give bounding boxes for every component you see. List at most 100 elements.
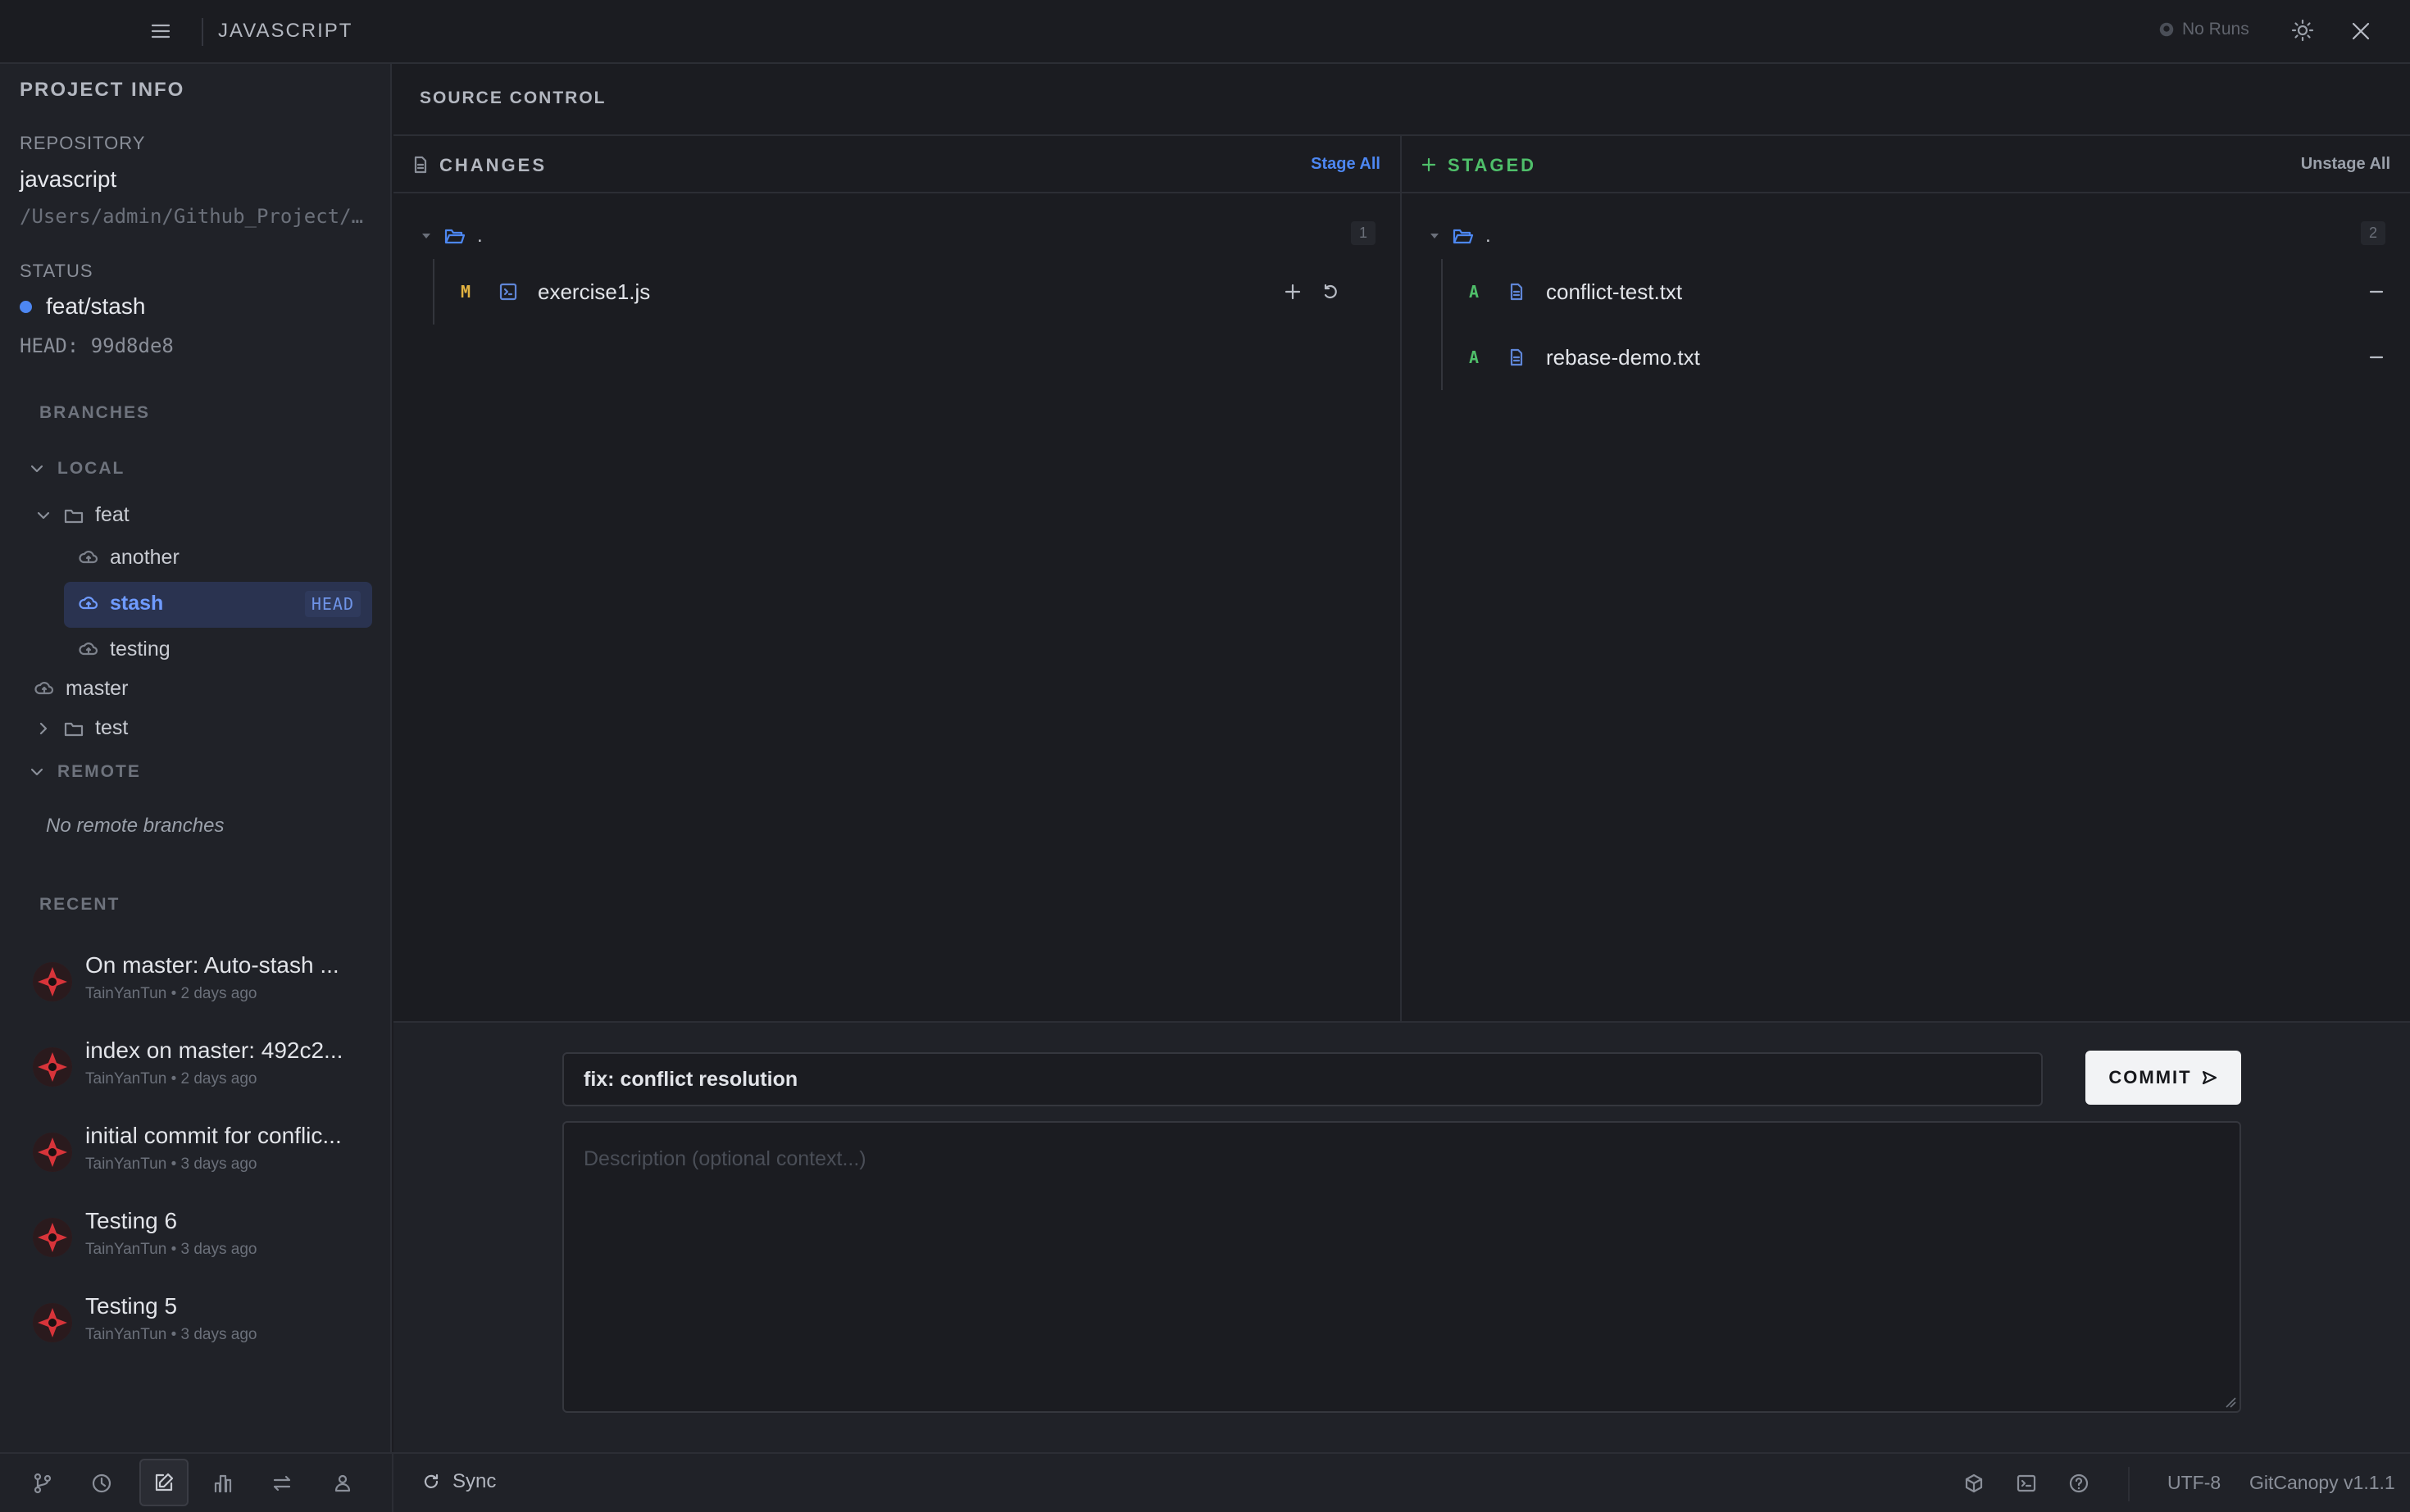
discard-icon[interactable] (1318, 279, 1343, 304)
file-name: conflict-test.txt (1546, 279, 1683, 304)
caret-down-icon (420, 229, 433, 243)
file-name: exercise1.js (538, 279, 651, 304)
remote-section-toggle[interactable]: REMOTE (28, 762, 141, 782)
minus-icon[interactable] (2364, 345, 2389, 370)
commit-button[interactable]: COMMIT (2085, 1051, 2241, 1105)
branch-cloud-icon (79, 549, 98, 567)
edit-icon[interactable] (139, 1459, 189, 1506)
chevron-down-icon (28, 460, 46, 478)
commit-description-input[interactable]: Description (optional context...) (562, 1121, 2241, 1413)
directory-row[interactable]: . (420, 221, 483, 251)
head-sha: HEAD: 99d8de8 (20, 334, 174, 357)
runs-status[interactable]: No Runs (2158, 20, 2249, 39)
version-label: GitCanopy v1.1.1 (2249, 1472, 2395, 1493)
stage-all-button[interactable]: Stage All (1311, 155, 1380, 174)
chevron-right-icon (34, 720, 52, 738)
caret-down-icon (1428, 229, 1441, 243)
staged-header: STAGED Unstage All (1402, 136, 2410, 193)
staged-title: STAGED (1448, 155, 1537, 175)
file-row[interactable]: A rebase-demo.txt (1469, 341, 2384, 374)
directory-label: . (477, 225, 483, 247)
close-icon[interactable] (2346, 16, 2376, 46)
avatar (33, 1133, 72, 1172)
change-count: 1 (1350, 221, 1376, 245)
staged-pane: STAGED Unstage All . 2 A conflict-test.t… (1402, 136, 2410, 1021)
terminal-icon[interactable] (2010, 1467, 2043, 1500)
users-icon[interactable] (326, 1467, 359, 1500)
tree-guide (433, 259, 434, 325)
recent-commit[interactable]: initial commit for conflic... TainYanTun… (33, 1121, 377, 1195)
resize-grip-icon[interactable] (2225, 1396, 2236, 1408)
package-icon[interactable] (1958, 1467, 1990, 1500)
current-branch: feat/stash (46, 293, 146, 319)
file-status: M (461, 282, 471, 302)
commit-message-input[interactable]: fix: conflict resolution (562, 1052, 2043, 1106)
file-row[interactable]: M exercise1.js (461, 275, 1371, 308)
directory-row[interactable]: . (1428, 221, 1491, 251)
branch-item-testing[interactable]: testing (79, 638, 171, 661)
status-bar: Sync UTF-8 GitCanopy v1.1.1 (0, 1452, 2410, 1512)
recent-commit-meta: TainYanTun • 3 days ago (85, 1326, 257, 1343)
branch-item-another[interactable]: another (79, 546, 180, 570)
description-placeholder: Description (optional context...) (584, 1147, 866, 1170)
branch-row: stash (79, 592, 163, 615)
minus-icon[interactable] (2364, 279, 2389, 304)
remote-label: REMOTE (57, 762, 141, 781)
js-file-icon (498, 282, 518, 302)
file-status: A (1469, 282, 1480, 302)
encoding-label[interactable]: UTF-8 (2167, 1472, 2221, 1494)
remote-empty-text: No remote branches (46, 815, 225, 837)
sun-icon[interactable] (2289, 16, 2317, 44)
repository-name: javascript (20, 166, 117, 192)
branch-item-stash[interactable]: stash HEAD (64, 582, 372, 628)
local-section-toggle[interactable]: LOCAL (28, 459, 125, 479)
divider (392, 1454, 393, 1512)
recent-commit-title: initial commit for conflic... (85, 1123, 342, 1148)
branch-cloud-icon (79, 641, 98, 659)
branch-folder-test[interactable]: test (34, 716, 128, 740)
branch-label: master (66, 677, 129, 700)
branch-item-master[interactable]: master (34, 677, 128, 701)
repository-label: REPOSITORY (20, 133, 146, 153)
folder-label: test (95, 716, 129, 739)
recent-commit[interactable]: index on master: 492c2... TainYanTun • 2… (33, 1036, 377, 1110)
head-badge: HEAD (304, 591, 361, 617)
recent-commit-meta: TainYanTun • 2 days ago (85, 1070, 257, 1087)
branch-icon[interactable] (26, 1467, 59, 1500)
recent-commit-title: On master: Auto-stash ... (85, 952, 339, 978)
folder-open-icon (1453, 227, 1474, 245)
source-control-title: SOURCE CONTROL (420, 89, 607, 107)
swap-icon[interactable] (266, 1467, 298, 1500)
send-icon (2200, 1069, 2218, 1087)
title-divider (202, 18, 203, 46)
repository-path: /Users/admin/Github_Project/… (20, 205, 364, 228)
avatar (33, 1218, 72, 1257)
recent-commit[interactable]: Testing 5 TainYanTun • 3 days ago (33, 1292, 377, 1365)
branch-folder-feat[interactable]: feat (34, 503, 130, 527)
plus-icon[interactable] (1280, 279, 1305, 304)
unstage-all-button[interactable]: Unstage All (2301, 155, 2390, 174)
branch-label: stash (110, 592, 164, 615)
history-icon[interactable] (85, 1467, 118, 1500)
github-icon (2158, 20, 2176, 39)
recent-commit[interactable]: Testing 6 TainYanTun • 3 days ago (33, 1206, 377, 1280)
sync-label: Sync (452, 1470, 497, 1492)
recent-commit[interactable]: On master: Auto-stash ... TainYanTun • 2… (33, 951, 377, 1024)
help-icon[interactable] (2062, 1467, 2095, 1500)
menu-icon[interactable] (148, 18, 174, 44)
folder-icon (64, 506, 84, 524)
status-dot (20, 301, 32, 313)
file-row[interactable]: A conflict-test.txt (1469, 275, 2384, 308)
changes-title: CHANGES (439, 155, 548, 175)
chart-icon[interactable] (207, 1467, 239, 1500)
text-file-icon (1507, 282, 1526, 302)
directory-label: . (1485, 225, 1491, 247)
local-label: LOCAL (57, 459, 125, 478)
file-icon (412, 156, 430, 174)
sync-button[interactable]: Sync (421, 1470, 496, 1493)
status-label: STATUS (20, 261, 93, 281)
tree-guide (1441, 259, 1443, 390)
branch-label: testing (110, 638, 171, 661)
avatar (33, 1047, 72, 1087)
folder-icon (64, 720, 84, 738)
